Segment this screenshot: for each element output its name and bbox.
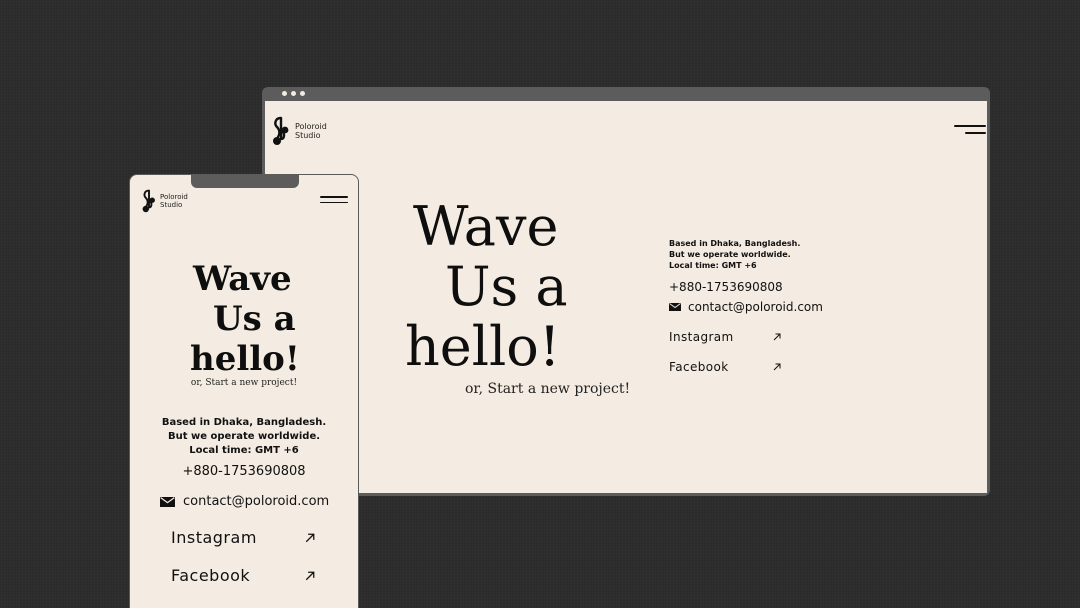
desktop-page: Poloroid Studio Wave Us a hello! or, Sta… [265,101,987,493]
headline-line: Us a [445,255,568,318]
email-link[interactable]: contact@poloroid.com [669,300,899,314]
headline-line: Wave [193,259,292,299]
location-info: Based in Dhaka, Bangladesh. But we opera… [130,416,358,458]
facebook-link[interactable]: Facebook [669,360,781,374]
local-time: Local time: GMT +6 [189,445,299,456]
phone-link[interactable]: +880-1753690808 [669,280,899,294]
headline-line: hello! [405,315,561,378]
envelope-icon [160,496,175,507]
brand-name: Poloroid Studio [295,122,327,140]
facebook-label: Facebook [669,360,729,374]
instagram-link[interactable]: Instagram [669,330,781,344]
instagram-label: Instagram [171,528,257,547]
brand-name-line1: Poloroid [160,193,188,201]
brand-name-line1: Poloroid [295,122,327,131]
hero-headline: Wave Us a hello! [190,259,300,379]
email-address: contact@poloroid.com [688,300,823,314]
headline-line: hello! [190,339,300,379]
arrow-up-right-icon [773,333,781,341]
arrow-up-right-icon [305,571,315,580]
hamburger-menu-icon[interactable] [320,196,348,203]
brand-name: Poloroid Studio [160,193,188,209]
location-line: But we operate worldwide. [167,431,321,442]
email-link[interactable]: contact@poloroid.com [160,494,329,509]
window-dot[interactable] [300,91,305,96]
instagram-link[interactable]: Instagram [171,528,315,547]
mobile-device: Poloroid Studio Wave Us a hello! or, Sta… [129,174,359,608]
phone-link[interactable]: +880-1753690808 [130,464,358,479]
brand-name-line2: Studio [295,131,321,140]
poloroid-logo-icon [273,116,289,145]
window-dots [282,91,305,96]
hero-subtitle-link[interactable]: or, Start a new project! [130,378,358,388]
email-address: contact@poloroid.com [183,494,330,509]
facebook-link[interactable]: Facebook [171,566,315,585]
location-info: Based in Dhaka, Bangladesh. But we opera… [669,238,899,271]
poloroid-logo-icon [142,189,155,213]
arrow-up-right-icon [773,363,781,371]
window-title-bar [265,87,987,101]
envelope-icon [669,303,681,311]
hamburger-menu-icon[interactable] [954,125,986,134]
desktop-browser-window: Poloroid Studio Wave Us a hello! or, Sta… [262,87,990,496]
window-dot[interactable] [291,91,296,96]
phone-notch [191,174,299,188]
location-line: Based in Dhaka, Bangladesh. [161,417,327,428]
headline-line: Us a [213,299,296,339]
hero-headline: Wave Us a hello! [405,197,568,377]
brand-logo[interactable]: Poloroid Studio [141,188,188,214]
window-dot[interactable] [282,91,287,96]
arrow-up-right-icon [305,533,315,542]
brand-name-line2: Studio [160,201,183,209]
hero-subtitle-link[interactable]: or, Start a new project! [465,381,630,397]
facebook-label: Facebook [171,566,251,585]
contact-block: Based in Dhaka, Bangladesh. But we opera… [669,238,899,374]
location-line: But we operate worldwide. [669,250,791,259]
instagram-label: Instagram [669,330,734,344]
brand-logo[interactable]: Poloroid Studio [271,115,327,147]
local-time: Local time: GMT +6 [669,261,757,270]
headline-line: Wave [413,195,559,258]
location-line: Based in Dhaka, Bangladesh. [669,239,801,248]
